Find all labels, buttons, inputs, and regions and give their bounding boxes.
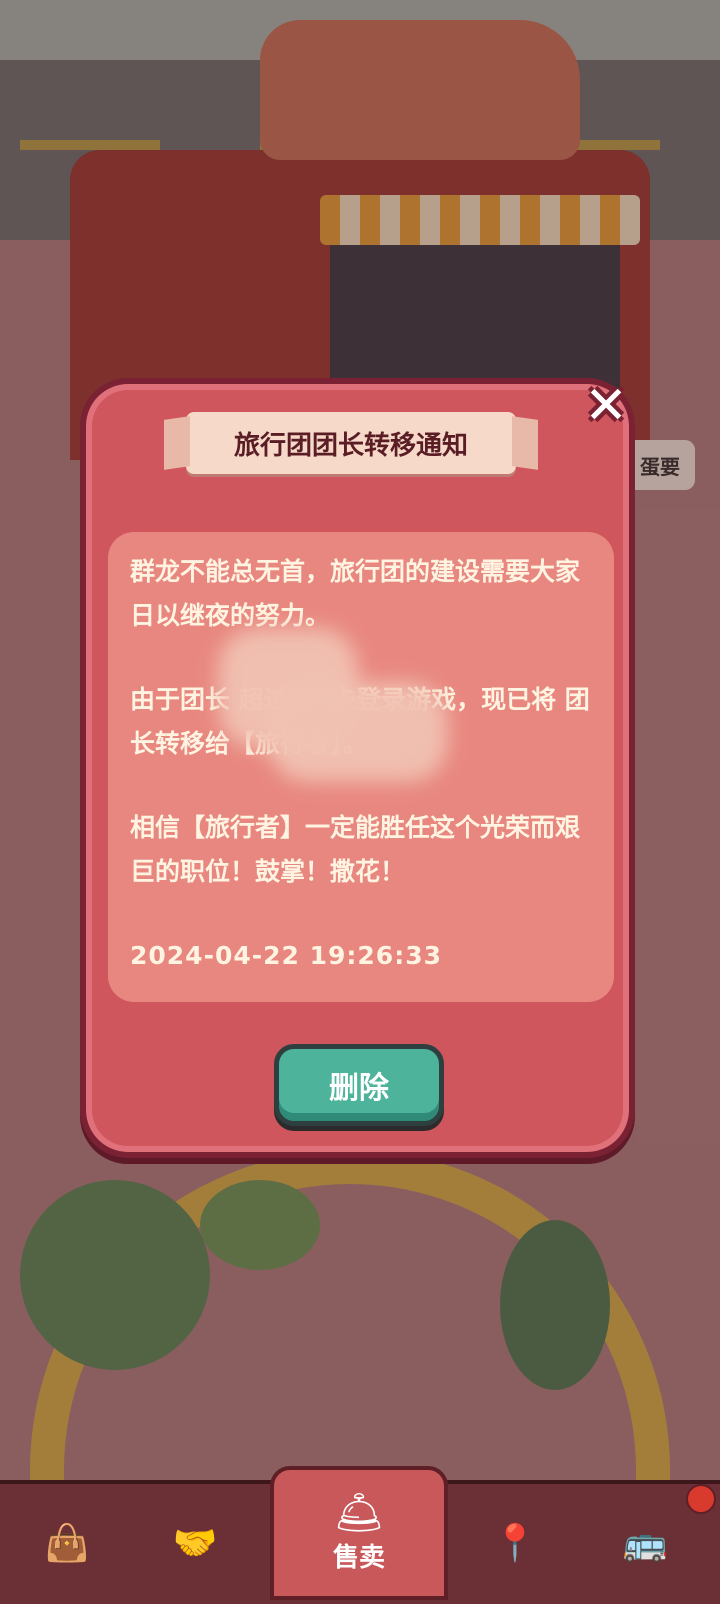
nav-map[interactable]: 📍 [470,1504,560,1584]
bag-icon: 👜 [44,1523,90,1564]
service-bell-icon: 🛎 [333,1489,385,1536]
close-icon: ✕ [584,376,628,436]
nav-handshake[interactable]: 🤝 [150,1504,240,1584]
bus-icon: 🚌 [622,1523,668,1564]
message-paragraph-3: 相信【旅行者】一定能胜任这个光荣而艰巨的职位！鼓掌！撒花！ [130,813,581,886]
message-panel: 群龙不能总无首，旅行团的建设需要大家日以继夜的努力。 由于团长 超过7天未登录游… [108,532,614,1002]
message-timestamp: 2024-04-22 19:26:33 [130,941,442,970]
delete-button[interactable]: 删除 [274,1044,444,1126]
nav-bus[interactable]: 🚌 [600,1504,690,1584]
redaction-blur [268,682,448,782]
handshake-icon: 🤝 [172,1523,218,1564]
nav-sell[interactable]: 🛎 售卖 [270,1466,448,1600]
dialog-title-ribbon: 旅行团团长转移通知 [186,412,516,474]
dialog-title: 旅行团团长转移通知 [233,430,468,461]
message-paragraph-1: 群龙不能总无首，旅行团的建设需要大家日以继夜的努力。 [130,557,581,630]
nav-bag[interactable]: 👜 [22,1504,112,1584]
map-pin-icon: 📍 [492,1523,538,1564]
nav-sell-label: 售卖 [332,1542,385,1573]
notification-dot [686,1484,716,1514]
leader-transfer-dialog: 旅行团团长转移通知 群龙不能总无首，旅行团的建设需要大家日以继夜的努力。 由于团… [80,378,635,1158]
close-button[interactable]: ✕ [574,374,638,438]
